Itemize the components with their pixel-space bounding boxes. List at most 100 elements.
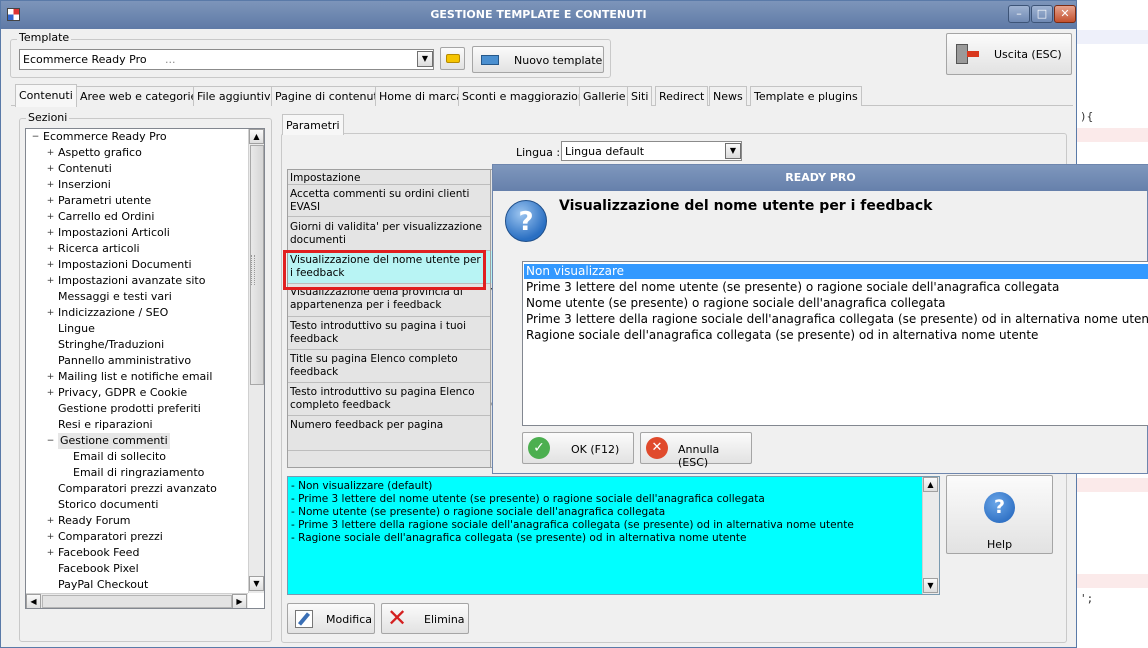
tree-item[interactable]: Indicizzazione / SEO: [58, 305, 168, 321]
option-non-visualizzare[interactable]: Non visualizzare: [526, 263, 624, 279]
tree-item[interactable]: Ready Forum: [58, 513, 131, 529]
open-folder-button[interactable]: [440, 47, 465, 70]
tree-item[interactable]: Contenuti: [58, 161, 112, 177]
template-select[interactable]: Ecommerce Ready Pro ... ▼: [19, 49, 434, 70]
tab-contenuti[interactable]: Contenuti: [15, 84, 77, 107]
tree-item[interactable]: Gestione commenti: [58, 433, 170, 449]
scroll-up-button[interactable]: ▲: [249, 129, 264, 144]
dialog-ok-button[interactable]: ✓ OK (F12): [522, 432, 634, 464]
tab-news[interactable]: News: [709, 86, 747, 106]
tab-aree-web[interactable]: Aree web e categorie: [76, 86, 202, 106]
elimina-button[interactable]: ✕ Elimina: [381, 603, 469, 634]
tree-item[interactable]: Impostazioni avanzate sito: [58, 273, 205, 289]
lingua-select[interactable]: Lingua default ▼: [561, 141, 742, 161]
option-prime-3-lettere-nome[interactable]: Prime 3 lettere del nome utente (se pres…: [526, 279, 1059, 295]
tree-collapse-toggle[interactable]: −: [31, 133, 40, 142]
tree-item[interactable]: Storico documenti: [58, 497, 158, 513]
dialog-ok-label: OK (F12): [571, 443, 620, 456]
option-nome-utente[interactable]: Nome utente (se presente) o ragione soci…: [526, 295, 946, 311]
tree-expand-toggle[interactable]: +: [46, 165, 55, 174]
tree-expand-toggle[interactable]: +: [46, 229, 55, 238]
tree-item[interactable]: Facebook Pixel: [58, 561, 139, 577]
scroll-down-button[interactable]: ▼: [923, 578, 938, 593]
tree-item[interactable]: Privacy, GDPR e Cookie: [58, 385, 187, 401]
tree-item[interactable]: Impostazioni Articoli: [58, 225, 170, 241]
tree-expand-toggle[interactable]: +: [46, 373, 55, 382]
tree-item[interactable]: PayPal Checkout: [58, 577, 148, 593]
grid-row[interactable]: Giorni di validita' per visualizzazione …: [290, 221, 486, 247]
tree-expand-toggle[interactable]: +: [46, 309, 55, 318]
tree-collapse-toggle[interactable]: −: [46, 437, 55, 446]
tree-root[interactable]: Ecommerce Ready Pro: [43, 129, 167, 145]
tab-siti[interactable]: Siti: [627, 86, 653, 106]
scroll-right-button[interactable]: ▶: [232, 594, 247, 608]
tab-redirect[interactable]: Redirect: [655, 86, 709, 106]
grid-row[interactable]: Numero feedback per pagina: [290, 419, 486, 432]
scroll-up-button[interactable]: ▲: [923, 477, 938, 492]
option-ragione-sociale[interactable]: Ragione sociale dell'anagrafica collegat…: [526, 327, 1038, 343]
tree-horizontal-scrollbar[interactable]: ◀ ▶: [26, 593, 248, 608]
tree-item[interactable]: Comparatori prezzi: [58, 529, 163, 545]
tree-expand-toggle[interactable]: +: [46, 549, 55, 558]
tree-item[interactable]: Email di ringraziamento: [73, 465, 204, 481]
tree-item[interactable]: Aspetto grafico: [58, 145, 142, 161]
tab-file-aggiuntivi[interactable]: File aggiuntivi: [193, 86, 278, 106]
tree-item[interactable]: Carrello ed Ordini: [58, 209, 154, 225]
tree-expand-toggle[interactable]: +: [46, 277, 55, 286]
tab-pagine-contenuti[interactable]: Pagine di contenuti: [271, 86, 385, 106]
tab-parametri[interactable]: Parametri: [282, 114, 344, 135]
tree-expand-toggle[interactable]: +: [46, 213, 55, 222]
tree-item[interactable]: Parametri utente: [58, 193, 151, 209]
scroll-left-button[interactable]: ◀: [26, 594, 41, 608]
tree-item[interactable]: Email di sollecito: [73, 449, 166, 465]
option-prime-3-lettere-ragione[interactable]: Prime 3 lettere della ragione sociale de…: [526, 311, 1148, 327]
grid-row[interactable]: Title su pagina Elenco completo feedback: [290, 353, 486, 379]
maximize-button[interactable]: □: [1031, 5, 1053, 23]
tree-item[interactable]: Gestione prodotti preferiti: [58, 401, 201, 417]
tab-gallerie[interactable]: Gallerie: [579, 86, 630, 106]
tab-sconti[interactable]: Sconti e maggiorazioni: [458, 86, 592, 106]
help-button[interactable]: ? Help: [946, 475, 1053, 554]
splitter-handle[interactable]: [251, 255, 255, 285]
grid-row[interactable]: Accetta commenti su ordini clienti EVASI: [290, 188, 486, 214]
tree-expand-toggle[interactable]: +: [46, 261, 55, 270]
minimize-button[interactable]: –: [1008, 5, 1030, 23]
tree-expand-toggle[interactable]: +: [46, 149, 55, 158]
tree-item[interactable]: Pannello amministrativo: [58, 353, 191, 369]
hscroll-thumb[interactable]: [42, 595, 232, 608]
modifica-button[interactable]: Modifica: [287, 603, 375, 634]
description-scrollbar[interactable]: ▲ ▼: [922, 477, 939, 594]
tree-item[interactable]: Comparatori prezzi avanzato: [58, 481, 217, 497]
grid-row[interactable]: Testo introduttivo su pagina Elenco comp…: [290, 386, 486, 412]
tree-expand-toggle[interactable]: +: [46, 517, 55, 526]
tree-item[interactable]: Inserzioni: [58, 177, 111, 193]
tree-item[interactable]: Facebook Feed: [58, 545, 139, 561]
grid-separator: [288, 349, 490, 350]
grid-separator: [288, 216, 490, 217]
exit-button[interactable]: Uscita (ESC): [946, 33, 1072, 75]
tree-item[interactable]: Messaggi e testi vari: [58, 289, 172, 305]
tree-item[interactable]: Resi e riparazioni: [58, 417, 153, 433]
close-button[interactable]: ✕: [1054, 5, 1076, 23]
tree-vertical-scrollbar[interactable]: ▲ ▼: [248, 129, 264, 593]
tree-item[interactable]: Mailing list e notifiche email: [58, 369, 212, 385]
scroll-down-button[interactable]: ▼: [249, 576, 264, 591]
tree-expand-toggle[interactable]: +: [46, 181, 55, 190]
editor-line-highlight: [1077, 574, 1148, 588]
tree-item[interactable]: Ricerca articoli: [58, 241, 140, 257]
chevron-down-icon[interactable]: ▼: [417, 51, 433, 67]
tree-expand-toggle[interactable]: +: [46, 533, 55, 542]
tree-item[interactable]: Impostazioni Documenti: [58, 257, 192, 273]
tree-item[interactable]: Lingue: [58, 321, 95, 337]
chevron-down-icon[interactable]: ▼: [725, 143, 741, 159]
tree-expand-toggle[interactable]: +: [46, 245, 55, 254]
tab-template-plugins[interactable]: Template e plugins: [750, 86, 862, 106]
description-line: - Ragione sociale dell'anagrafica colleg…: [291, 532, 747, 544]
tree-expand-toggle[interactable]: +: [46, 389, 55, 398]
tab-home-marca[interactable]: Home di marca: [375, 86, 468, 106]
tree-item[interactable]: Stringhe/Traduzioni: [58, 337, 164, 353]
new-template-button[interactable]: Nuovo template: [472, 46, 604, 73]
grid-row[interactable]: Testo introduttivo su pagina i tuoi feed…: [290, 320, 486, 346]
dialog-cancel-button[interactable]: ✕ Annulla (ESC): [640, 432, 752, 469]
tree-expand-toggle[interactable]: +: [46, 197, 55, 206]
